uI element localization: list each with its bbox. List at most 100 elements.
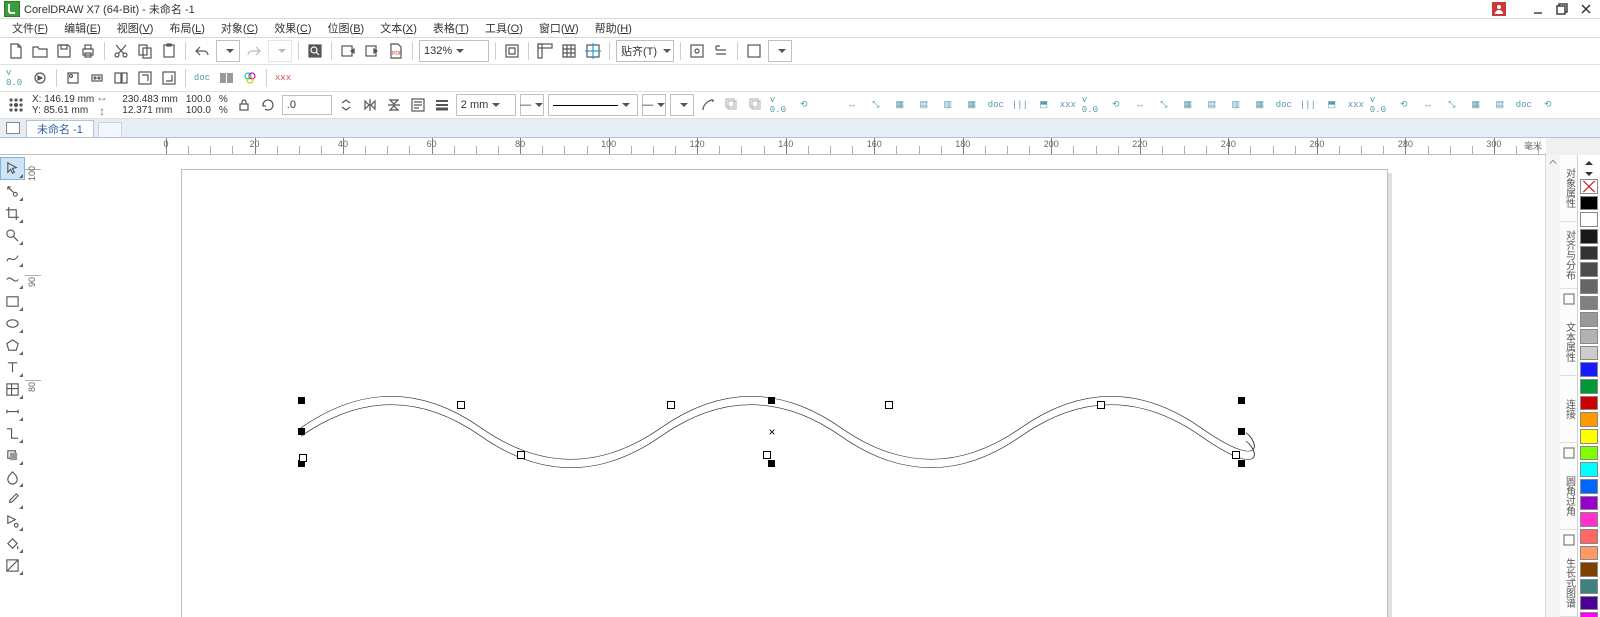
line-end-dropdown[interactable] [670, 94, 694, 116]
menu-item[interactable]: 工具(O) [477, 20, 531, 36]
full-screen-button[interactable] [501, 40, 523, 62]
propbar-extra-btn-5[interactable]: ⤡ [865, 94, 887, 116]
propbar-extra-btn-18[interactable]: ⟲ [1105, 94, 1127, 116]
horizontal-ruler[interactable]: 毫米 0204060801001201401601802002202402602… [26, 138, 1546, 155]
paste-button[interactable] [158, 40, 180, 62]
palette-swatch[interactable] [1580, 479, 1598, 494]
palette-swatch[interactable] [1580, 496, 1598, 511]
redo-button[interactable] [243, 40, 265, 62]
start-arrow-dropdown[interactable]: — [520, 94, 544, 116]
save-button[interactable] [53, 40, 75, 62]
palette-swatch[interactable] [1580, 312, 1598, 327]
snap-to-dropdown[interactable]: 贴齐(T) [616, 40, 674, 62]
mirror-v-button[interactable] [383, 94, 405, 116]
tool-freehand[interactable] [1, 247, 24, 268]
macro-barcode-btn[interactable] [215, 67, 237, 89]
macro-btn-5[interactable] [134, 67, 156, 89]
close-curve-button[interactable] [697, 94, 719, 116]
user-account-icon[interactable] [1492, 2, 1506, 16]
docker-tab[interactable]: 对象属性 [1560, 155, 1578, 222]
undo-history-dropdown[interactable] [216, 40, 240, 62]
tool-color-eyedropper[interactable] [1, 489, 24, 510]
tool-interactive-fill[interactable] [1, 555, 24, 576]
restore-button[interactable] [1552, 2, 1572, 16]
propbar-extra-btn-24[interactable]: ▥ [1225, 94, 1247, 116]
palette-swatch[interactable] [1580, 396, 1598, 411]
palette-swatch[interactable] [1580, 462, 1598, 477]
selection-handle-tm[interactable] [768, 397, 775, 404]
show-grid-button[interactable] [558, 40, 580, 62]
macro-cmyk-btn[interactable] [239, 67, 261, 89]
undo-button[interactable] [191, 40, 213, 62]
palette-swatch[interactable] [1580, 612, 1598, 617]
macro-btn-2[interactable] [62, 67, 84, 89]
docker-icon[interactable] [1560, 289, 1578, 309]
tool-shape[interactable] [1, 181, 24, 202]
rotation-input[interactable]: .0 [282, 95, 332, 115]
redo-history-dropdown[interactable] [268, 40, 292, 62]
open-button[interactable] [29, 40, 51, 62]
palette-swatch[interactable] [1580, 546, 1598, 561]
document-tab-active[interactable]: 未命名 -1 [26, 120, 94, 137]
mirror-h-button[interactable] [359, 94, 381, 116]
propbar-extra-btn-21[interactable]: ⤡ [1153, 94, 1175, 116]
propbar-extra-btn-13[interactable]: ⬒ [1033, 94, 1055, 116]
import-button[interactable] [337, 40, 359, 62]
vertical-ruler[interactable]: 1009080 [25, 155, 42, 617]
tool-table[interactable] [1, 379, 24, 400]
to-front-button[interactable] [721, 94, 743, 116]
curve-node[interactable] [299, 454, 307, 462]
wrap-paragraph-button[interactable] [407, 94, 429, 116]
tool-pick[interactable] [0, 157, 25, 180]
export-button[interactable] [361, 40, 383, 62]
app-launcher-dropdown[interactable] [768, 40, 792, 62]
propbar-extra-btn-34[interactable]: ⟲ [1393, 94, 1415, 116]
selection-handle-ml[interactable] [298, 428, 305, 435]
propbar-extra-btn-4[interactable]: ↔ [841, 94, 863, 116]
selection-handle-br[interactable] [1238, 460, 1245, 467]
tool-ellipse[interactable] [1, 313, 24, 334]
menu-item[interactable]: 对象(C) [213, 20, 266, 36]
palette-swatch[interactable] [1580, 212, 1598, 227]
propbar-extra-btn-22[interactable]: ▦ [1177, 94, 1199, 116]
palette-swatch[interactable] [1580, 196, 1598, 211]
ruler-origin-button[interactable] [0, 138, 27, 155]
docker-tab[interactable]: 圆角过角 [1560, 463, 1578, 530]
menu-item[interactable]: 布局(L) [161, 20, 212, 36]
docker-tab[interactable]: 生长式图谱 [1560, 550, 1578, 617]
tool-crop[interactable] [1, 203, 24, 224]
palette-swatch[interactable] [1580, 579, 1598, 594]
launch-button[interactable] [710, 40, 732, 62]
new-document-tab-button[interactable] [98, 122, 122, 137]
palette-swatch[interactable] [1580, 246, 1598, 261]
print-button[interactable] [77, 40, 99, 62]
tool-outline[interactable] [1, 511, 24, 532]
line-style-dropdown[interactable] [548, 94, 638, 116]
propbar-extra-btn-17[interactable]: v 0.0 [1081, 94, 1103, 116]
propbar-extra-btn-15[interactable]: xxx [1057, 94, 1079, 116]
end-arrow-dropdown[interactable]: — [642, 94, 666, 116]
docker-tab[interactable]: 连接 [1560, 376, 1578, 443]
selection-center-icon[interactable]: × [768, 425, 775, 439]
macro-btn-1[interactable] [29, 67, 51, 89]
selection-handle-bm[interactable] [768, 460, 775, 467]
selection-handle-mr[interactable] [1238, 428, 1245, 435]
macro-btn-4[interactable] [110, 67, 132, 89]
menu-item[interactable]: 文本(X) [372, 20, 425, 36]
search-content-button[interactable] [304, 40, 326, 62]
menu-item[interactable]: 窗口(W) [531, 20, 587, 36]
zoom-level-dropdown[interactable]: 132% [419, 40, 489, 62]
propbar-extra-btn-9[interactable]: ▦ [961, 94, 983, 116]
propbar-extra-btn-28[interactable]: ||| [1297, 94, 1319, 116]
curve-node[interactable] [885, 401, 893, 409]
palette-swatch[interactable] [1580, 346, 1598, 361]
curve-node[interactable] [1097, 401, 1105, 409]
show-guidelines-button[interactable] [582, 40, 604, 62]
show-rulers-button[interactable] [534, 40, 556, 62]
tool-dimension[interactable] [1, 401, 24, 422]
macro-btn-3[interactable] [86, 67, 108, 89]
curve-node[interactable] [517, 451, 525, 459]
palette-swatch[interactable] [1580, 512, 1598, 527]
macro-docs-btn[interactable]: doc [191, 67, 213, 89]
palette-swatch[interactable] [1580, 412, 1598, 427]
